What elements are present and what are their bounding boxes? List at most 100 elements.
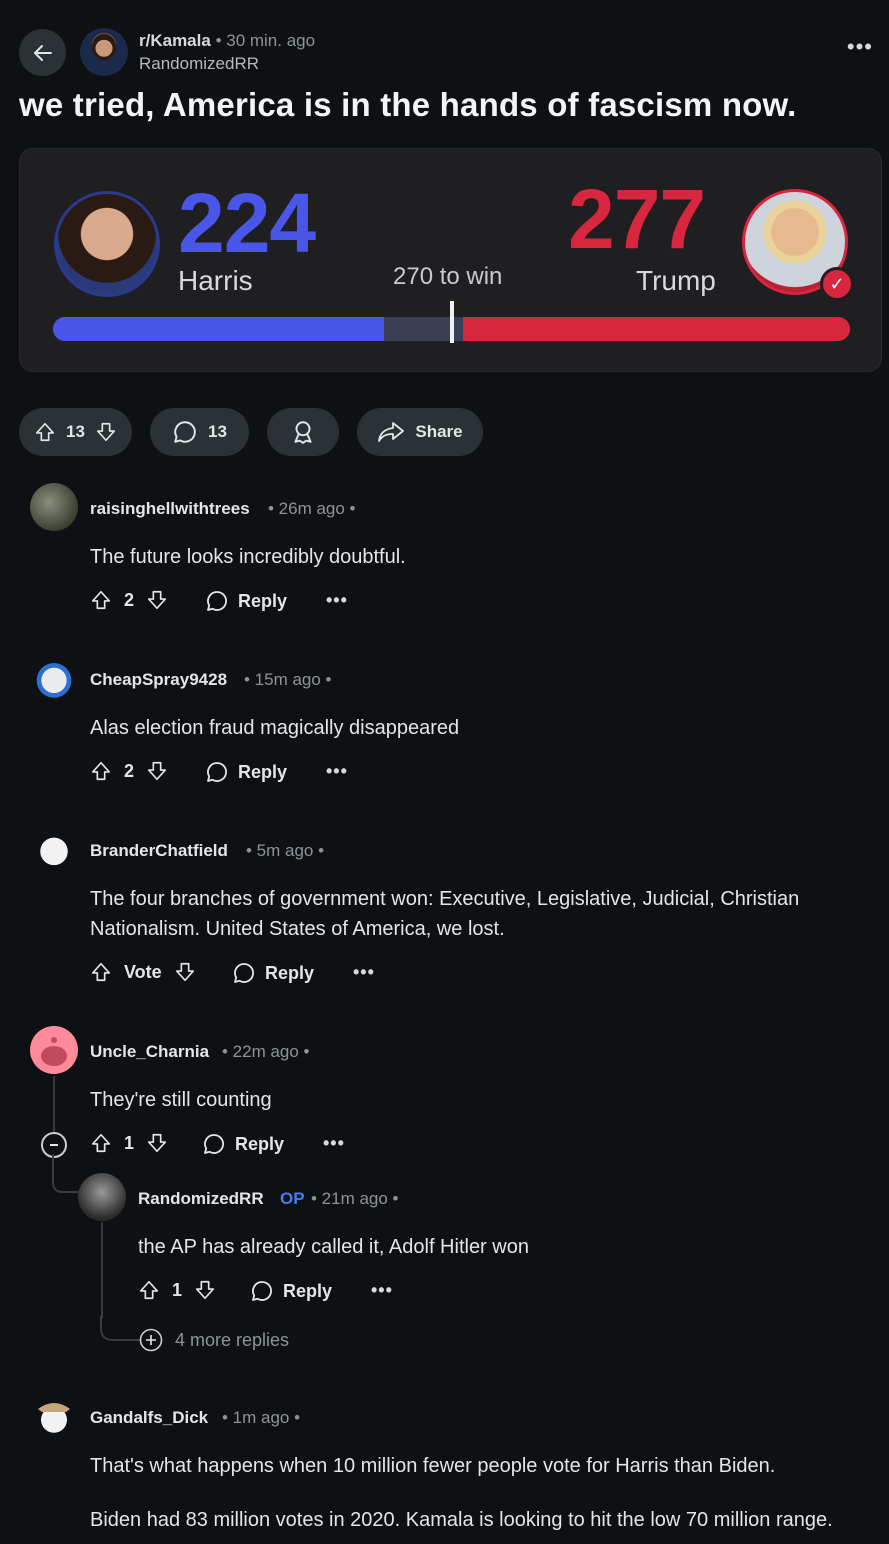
avatar[interactable] [30, 654, 78, 702]
comment-more-button[interactable]: ••• [326, 761, 348, 782]
comment-icon [204, 1134, 224, 1154]
post-vote-count: 13 [66, 422, 85, 441]
upvote-icon[interactable] [138, 1279, 160, 1301]
comment-vote-bar: 2 [90, 760, 168, 782]
avatar[interactable] [78, 1173, 126, 1221]
harris-bar-fill [53, 317, 384, 341]
subreddit-meta: r/Kamala • 30 min. ago [139, 31, 315, 51]
hat-icon [38, 1403, 70, 1412]
upvote-icon[interactable] [90, 1132, 112, 1154]
award-button[interactable] [267, 408, 339, 456]
to-win-label: 270 to win [393, 263, 503, 290]
comments-button[interactable]: 13 [150, 408, 249, 456]
arrow-left-icon [33, 44, 52, 61]
comment-vote-bar: 1 [90, 1132, 168, 1154]
share-label: Share [415, 422, 463, 441]
upvote-icon[interactable] [90, 760, 112, 782]
comment-time: • 21m ago • [311, 1189, 399, 1208]
comment-more-button[interactable]: ••• [371, 1280, 393, 1301]
post-author[interactable]: RandomizedRR [139, 54, 259, 74]
comment-icon [207, 591, 227, 611]
trump-bar-fill [463, 317, 850, 341]
harris-label: Harris [178, 265, 253, 296]
downvote-icon[interactable] [146, 1132, 168, 1154]
win-threshold-marker [450, 301, 454, 343]
comment-body: They're still counting [90, 1089, 272, 1111]
harris-portrait [54, 191, 160, 297]
minus-icon [50, 1144, 58, 1146]
comment-author[interactable]: CheapSpray9428 [90, 670, 227, 690]
back-button[interactable] [19, 29, 66, 76]
upvote-icon[interactable] [90, 589, 112, 611]
comment-more-button[interactable]: ••• [326, 590, 348, 611]
reply-button[interactable]: Reply [202, 1132, 284, 1156]
reply-label: Reply [238, 761, 288, 782]
share-icon [378, 422, 405, 442]
reply-button[interactable]: Reply [250, 1279, 332, 1303]
comment-more-button[interactable]: ••• [323, 1133, 345, 1154]
comment-body: The future looks incredibly doubtful. [90, 546, 406, 568]
share-button[interactable]: Share [357, 408, 483, 456]
more-replies-label: 4 more replies [175, 1329, 290, 1350]
post-title: we tried, America is in the hands of fas… [19, 86, 797, 123]
comment-time: • 15m ago • [244, 670, 332, 689]
comment-author[interactable]: RandomizedRR [138, 1189, 264, 1209]
comment-time: • 22m ago • [222, 1042, 310, 1061]
plus-circle-icon [139, 1328, 163, 1352]
comment-body: The four branches of government won: Exe… [90, 888, 800, 940]
harris-electoral-votes: 224 [178, 176, 316, 270]
avatar[interactable] [30, 825, 78, 873]
reply-label: Reply [283, 1280, 333, 1301]
more-replies-button[interactable]: 4 more replies [139, 1328, 289, 1352]
comment-body-paragraph-2: Biden had 83 million votes in 2020. Kama… [90, 1509, 833, 1531]
thread-connector [100, 1316, 141, 1341]
subreddit-link[interactable]: r/Kamala [139, 31, 211, 50]
reply-button[interactable]: Reply [205, 589, 287, 613]
trump-electoral-votes: 277 [568, 172, 706, 266]
avatar[interactable] [30, 483, 78, 531]
comment-icon [207, 762, 227, 782]
comment-author[interactable]: Uncle_Charnia [90, 1042, 209, 1062]
comment-icon [252, 1281, 272, 1301]
winner-check-icon: ✓ [820, 267, 854, 301]
downvote-icon[interactable] [194, 1279, 216, 1301]
downvote-icon[interactable] [174, 961, 196, 983]
comment-author[interactable]: BranderChatfield [90, 841, 228, 861]
downvote-icon[interactable] [146, 589, 168, 611]
post-image[interactable]: 224 Harris 270 to win 277 Trump ✓ [19, 148, 882, 372]
comment-vote-label: Vote [124, 961, 162, 982]
comment-icon [234, 963, 254, 983]
reply-label: Reply [238, 590, 288, 611]
comment-vote-count: 1 [124, 1132, 135, 1153]
comment-vote-bar: 1 [138, 1279, 216, 1301]
op-badge: OP [280, 1189, 305, 1208]
downvote-icon[interactable] [95, 421, 117, 443]
comment-more-button[interactable]: ••• [353, 962, 375, 983]
reply-label: Reply [235, 1133, 285, 1154]
upvote-icon[interactable] [90, 961, 112, 983]
comment-time: • 26m ago • [268, 499, 356, 518]
subreddit-avatar[interactable] [80, 28, 128, 76]
comment-author[interactable]: Gandalfs_Dick [90, 1408, 208, 1428]
downvote-icon[interactable] [146, 760, 168, 782]
upvote-icon[interactable] [34, 421, 56, 443]
post-time: • 30 min. ago [215, 31, 316, 50]
trump-label: Trump [636, 265, 716, 296]
thread-line [53, 1076, 55, 1132]
thread-line [101, 1222, 103, 1318]
comment-vote-count: 1 [172, 1279, 183, 1300]
snoo-avatar-icon [41, 1037, 67, 1066]
post-more-button[interactable]: ••• [847, 34, 873, 60]
comment-body: Alas election fraud magically disappeare… [90, 717, 460, 739]
comment-time: • 5m ago • [246, 841, 325, 860]
reply-button[interactable]: Reply [205, 760, 287, 784]
comment-author[interactable]: raisinghellwithtrees [90, 499, 250, 519]
post-vote-bar: 13 [19, 408, 132, 456]
reply-button[interactable]: Reply [232, 961, 314, 985]
avatar[interactable] [30, 1026, 78, 1074]
comment-vote-bar: 2 [90, 589, 168, 611]
comment-icon [174, 421, 196, 443]
award-icon [294, 421, 312, 444]
avatar[interactable] [30, 1391, 78, 1439]
reply-label: Reply [265, 962, 315, 983]
